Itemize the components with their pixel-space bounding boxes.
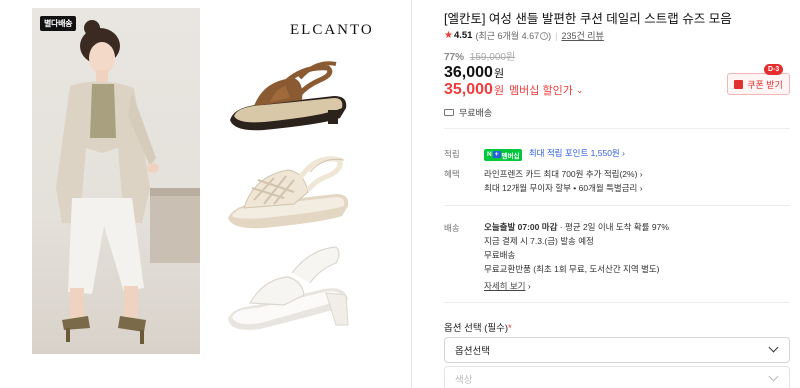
divider: |	[555, 30, 558, 41]
member-price-unit: 원	[493, 85, 505, 97]
details-link-text: 자세히 보기	[484, 281, 526, 291]
rating-recent-close: )	[548, 30, 552, 41]
sale-price-value: 36,000	[444, 64, 493, 81]
beige-woven-sandal-image	[228, 156, 349, 229]
benefits-label: 혜택	[444, 169, 460, 179]
chevron-down-icon	[768, 371, 779, 382]
rating-recent: (최근 6개월 4.67	[475, 31, 540, 41]
free-shipping-row: 무료배송	[444, 106, 492, 119]
delivery-line-3: 무료배송	[484, 250, 516, 260]
panel-divider	[411, 0, 412, 388]
delivery-line-4: 무료교환반품 (최초 1회 무료, 도서산간 지역 별도)	[484, 264, 660, 274]
discount-rate: 77%	[444, 52, 465, 63]
required-mark: *	[508, 323, 512, 334]
coupon-label: 쿠폰 받기	[747, 79, 783, 90]
section-divider	[444, 205, 790, 206]
max-points-text: 최대 적립 포인트 1,550원	[528, 148, 620, 158]
white-heeled-sandal-image	[228, 246, 349, 330]
option-select-dropdown[interactable]: 옵션선택	[444, 337, 790, 363]
discount-row: 77% 159,000원	[444, 48, 515, 63]
original-price: 159,000원	[469, 52, 516, 63]
chevron-right-icon: ›	[622, 148, 625, 158]
section-divider	[444, 128, 790, 129]
brand-logo: ELCANTO	[290, 22, 374, 38]
review-count-link[interactable]: 235건 리뷰	[561, 29, 603, 42]
benefit-installment-text: 최대 12개월 무이자 할부 • 60개월 특별금리	[484, 183, 638, 193]
chevron-right-icon: ›	[527, 281, 531, 291]
sale-price-unit: 원	[493, 68, 505, 80]
section-divider	[444, 302, 790, 303]
membership-badge-text: 멤버십	[501, 152, 520, 160]
truck-icon	[444, 109, 454, 116]
rating-row: ★ 4.51 (최근 6개월 4.67 i ) | 235건 리뷰	[444, 29, 604, 42]
sale-price: 36,000원	[444, 64, 504, 82]
product-image-area[interactable]: 별다배송 ELCANTO	[32, 8, 392, 354]
color-select-dropdown[interactable]: 색상	[444, 366, 790, 388]
today-dispatch-deadline: 오늘출발 07:00 마감	[484, 222, 558, 232]
star-icon: ★	[444, 30, 453, 41]
member-price-row[interactable]: 35,000 원 멤버십 할인가 ⌄	[444, 81, 583, 99]
naver-n-icon: N	[487, 151, 492, 158]
option-select-value: 옵션선택	[455, 346, 490, 357]
delivery-details-link[interactable]: 자세히 보기 ›	[484, 280, 531, 292]
rating-value: 4.51	[453, 30, 473, 41]
naver-membership-badge: N + 멤버십	[484, 148, 523, 161]
naver-pay-icon	[734, 79, 744, 89]
benefit-installment-row[interactable]: 최대 12개월 무이자 할부 • 60개월 특별금리 ›	[484, 182, 643, 194]
delivery-line-1: 오늘출발 07:00 마감 · 평균 2일 이내 도착 확률 97%	[484, 221, 669, 233]
member-price-label: 멤버십 할인가	[509, 85, 573, 97]
brown-strap-sandal-image	[230, 61, 347, 131]
coupon-button[interactable]: 쿠폰 받기	[727, 73, 790, 95]
color-select-value: 색상	[455, 375, 473, 386]
model-photo: 별다배송	[32, 8, 200, 354]
chevron-right-icon: ›	[639, 169, 643, 179]
product-title: [엘칸토] 여성 샌들 발편한 쿠션 데일리 스트랩 슈즈 모음	[444, 12, 732, 26]
delivery-line-2: 지금 결제 시 7.3.(금) 발송 예정	[484, 236, 594, 246]
delivery-badge: 별다배송	[40, 16, 77, 31]
chevron-right-icon: ›	[639, 183, 643, 193]
dday-badge: D-3	[764, 64, 784, 75]
points-row[interactable]: N + 멤버십 최대 적립 포인트 1,550원 ›	[484, 147, 625, 161]
option-label-text: 옵션 선택 (필수)	[444, 323, 509, 334]
chevron-down-icon: ⌄	[575, 84, 584, 95]
option-select-label: 옵션 선택 (필수)*	[444, 320, 512, 334]
points-label: 적립	[444, 149, 460, 159]
arrival-probability: · 평균 2일 이내 도착 확률 97%	[557, 222, 669, 232]
delivery-label: 배송	[444, 223, 460, 233]
member-price-value: 35,000	[444, 81, 493, 98]
info-icon[interactable]: i	[540, 31, 549, 40]
benefit-card-text: 라인프렌즈 카드 최대 700원 추가 적립(2%)	[484, 169, 638, 179]
chevron-down-icon	[768, 342, 779, 353]
plus-icon: +	[492, 151, 501, 158]
model-illustration	[56, 20, 200, 344]
benefit-card-row[interactable]: 라인프렌즈 카드 최대 700원 추가 적립(2%) ›	[484, 168, 643, 180]
free-shipping-text: 무료배송	[459, 108, 493, 118]
